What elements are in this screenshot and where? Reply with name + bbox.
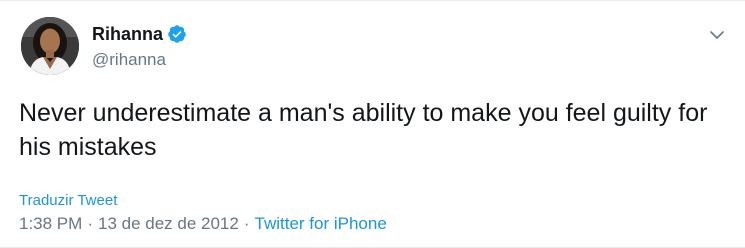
tweet-text: Never underestimate a man's ability to m…	[19, 99, 708, 161]
translate-tweet-link[interactable]: Traduzir Tweet	[19, 192, 117, 210]
verified-badge-icon	[167, 24, 187, 44]
author-name-row[interactable]: Rihanna	[92, 23, 187, 45]
tweet-date[interactable]: 13 de dez de 2012	[98, 214, 239, 233]
tweet-source-link[interactable]: Twitter for iPhone	[255, 214, 387, 233]
tweet-metadata: 1:38 PM · 13 de dez de 2012 · Twitter for iP…	[19, 213, 387, 235]
display-name[interactable]: Rihanna	[92, 23, 163, 45]
avatar-image	[21, 17, 79, 75]
tweet-time[interactable]: 1:38 PM	[19, 214, 82, 233]
tweet-card: Rihanna @rihanna Never underestimate a m…	[0, 0, 745, 248]
separator: ·	[243, 214, 250, 233]
author-handle[interactable]: @rihanna	[92, 50, 166, 70]
chevron-down-icon[interactable]	[707, 25, 727, 45]
separator: ·	[87, 214, 93, 233]
avatar[interactable]	[21, 17, 79, 75]
